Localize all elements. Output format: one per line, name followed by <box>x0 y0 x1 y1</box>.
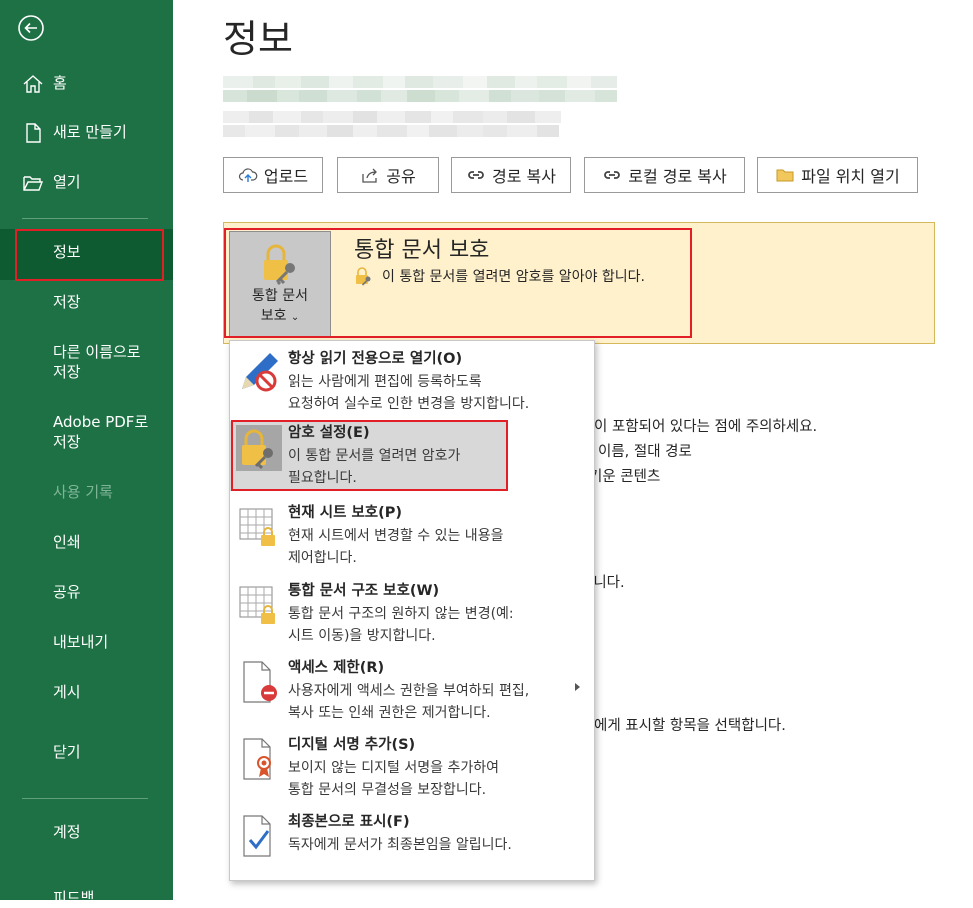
sidebar-item-label: 공유 <box>53 583 81 601</box>
menu-item-desc-line: 통합 문서 구조의 원하지 않는 변경(예: <box>288 606 514 622</box>
link-icon <box>468 171 484 179</box>
menu-item-title: 통합 문서 구조 보호(W) <box>288 583 440 599</box>
upload-button[interactable]: 업로드 <box>223 157 323 193</box>
menu-item-desc-line: 복사 또는 인쇄 권한은 제거합니다. <box>288 705 491 721</box>
lock-key-icon <box>356 267 371 286</box>
sidebar-item-label: 피드백 <box>53 889 95 907</box>
sidebar-item-label: 내보내기 <box>53 633 109 651</box>
open-file-location-button[interactable]: 파일 위치 열기 <box>757 157 918 193</box>
upload-cloud-icon <box>238 168 258 182</box>
share-button[interactable]: 공유 <box>337 157 439 193</box>
menu-item-desc: 보이지 않는 디지털 서명을 추가하여 통합 문서의 무결성을 보장합니다. <box>288 757 588 801</box>
blurred-filename <box>223 90 617 102</box>
upload-label: 업로드 <box>263 167 309 186</box>
backstage-sidebar: 홈 새로 만들기 열기 정보 저장 다른 이름으로 저장 Adobe PDF로 … <box>0 0 173 907</box>
menu-item-restrict-access[interactable]: 액세스 제한(R) 사용자에게 액세스 권한을 부여하되 편집, 복사 또는 인… <box>230 656 594 728</box>
sidebar-item-label: 게시 <box>53 683 81 701</box>
menu-item-title: 최종본으로 표시(F) <box>288 814 410 830</box>
protect-description: 이 통합 문서를 열려면 암호를 알아야 합니다. <box>354 266 645 286</box>
protect-heading: 통합 문서 보호 <box>354 238 490 263</box>
open-folder-icon <box>23 176 44 191</box>
sidebar-divider <box>22 218 148 219</box>
menu-item-desc: 현재 시트에서 변경할 수 있는 내용을 제어합니다. <box>288 525 588 569</box>
pencil-no-icon <box>242 353 278 392</box>
info-text: 기운 콘텐츠 <box>589 469 661 485</box>
menu-item-title: 현재 시트 보호(P) <box>288 505 403 521</box>
menu-item-desc: 통합 문서 구조의 원하지 않는 변경(예: 시트 이동)을 방지합니다. <box>288 603 588 647</box>
highlight-outline <box>15 229 164 281</box>
blurred-path <box>223 125 559 137</box>
copy-path-label: 경로 복사 <box>492 167 556 186</box>
sidebar-item-label: 새로 만들기 <box>53 123 127 141</box>
sidebar-item-label: 열기 <box>53 173 81 191</box>
copy-path-button[interactable]: 경로 복사 <box>451 157 571 193</box>
menu-item-desc-line: 보이지 않는 디지털 서명을 추가하여 <box>288 760 499 776</box>
menu-item-desc-line: 읽는 사람에게 편집에 등록하도록 <box>288 374 482 390</box>
menu-item-protect-structure[interactable]: 통합 문서 구조 보호(W) 통합 문서 구조의 원하지 않는 변경(예: 시트… <box>230 579 594 651</box>
menu-item-desc: 독자에게 문서가 최종본임을 알립니다. <box>288 834 588 856</box>
menu-item-title: 항상 읽기 전용으로 열기(O) <box>288 351 463 367</box>
copy-local-path-button[interactable]: 로컬 경로 복사 <box>584 157 745 193</box>
menu-item-read-only[interactable]: 항상 읽기 전용으로 열기(O) 읽는 사람에게 편집에 등록하도록 요청하여 … <box>230 347 594 419</box>
menu-item-title: 디지털 서명 추가(S) <box>288 737 416 753</box>
doc-check-icon <box>243 815 271 857</box>
menu-item-desc-line: 현재 시트에서 변경할 수 있는 내용을 <box>288 528 504 544</box>
menu-item-mark-final[interactable]: 최종본으로 표시(F) 독자에게 문서가 최종본임을 알립니다. <box>230 810 594 870</box>
menu-item-desc-line: 요청하여 실수로 인한 변경을 방지합니다. <box>288 396 530 412</box>
sidebar-item-label: 다른 이름으로 저장 <box>53 343 141 381</box>
sidebar-divider <box>22 798 148 799</box>
info-text: 이 포함되어 있다는 점에 주의하세요. <box>594 419 818 435</box>
share-label: 공유 <box>386 167 416 186</box>
doc-restrict-icon <box>243 661 277 703</box>
sidebar-item-label: 사용 기록 <box>53 483 113 501</box>
page-title: 정보 <box>223 17 293 61</box>
sidebar-item-label: 홈 <box>53 74 67 92</box>
sidebar-item-label: 저장 <box>53 293 81 311</box>
back-arrow-icon[interactable] <box>18 15 44 41</box>
highlight-outline <box>231 420 508 491</box>
sidebar-item-label: 인쇄 <box>53 533 81 551</box>
sheet-lock-icon <box>239 508 275 546</box>
menu-item-desc-line: 사용자에게 액세스 권한을 부여하되 편집, <box>288 683 530 699</box>
menu-item-desc: 사용자에게 액세스 권한을 부여하되 편집, 복사 또는 인쇄 권한은 제거합니… <box>288 680 588 724</box>
protect-description-text: 이 통합 문서를 열려면 암호를 알아야 합니다. <box>382 269 645 285</box>
workbook-lock-icon <box>239 586 275 624</box>
sidebar-item-label: 계정 <box>53 823 81 841</box>
sidebar-item-label: Adobe PDF로 저장 <box>53 413 149 451</box>
menu-item-desc: 읽는 사람에게 편집에 등록하도록 요청하여 실수로 인한 변경을 방지합니다. <box>288 371 588 415</box>
menu-item-digital-signature[interactable]: 디지털 서명 추가(S) 보이지 않는 디지털 서명을 추가하여 통합 문서의 … <box>230 733 594 805</box>
menu-item-title: 액세스 제한(R) <box>288 660 385 676</box>
home-icon <box>23 75 43 93</box>
blurred-filename <box>223 76 617 88</box>
menu-item-desc-line: 독자에게 문서가 최종본임을 알립니다. <box>288 837 512 853</box>
folder-icon <box>776 169 794 182</box>
menu-item-protect-sheet[interactable]: 현재 시트 보호(P) 현재 시트에서 변경할 수 있는 내용을 제어합니다. <box>230 501 594 573</box>
info-text: 이름, 절대 경로 <box>598 444 692 460</box>
menu-item-desc-line: 제어합니다. <box>288 550 357 566</box>
blurred-path <box>223 111 561 123</box>
menu-item-desc-line: 시트 이동)을 방지합니다. <box>288 628 436 644</box>
menu-item-desc-line: 통합 문서의 무결성을 보장합니다. <box>288 782 487 798</box>
sidebar-item-label: 닫기 <box>53 743 81 761</box>
share-icon <box>362 168 378 183</box>
open-file-location-label: 파일 위치 열기 <box>801 167 900 186</box>
copy-local-path-label: 로컬 경로 복사 <box>628 167 727 186</box>
submenu-arrow-icon <box>575 683 580 691</box>
info-text: 에게 표시할 항목을 선택합니다. <box>594 718 786 734</box>
link-icon <box>604 171 621 179</box>
doc-ribbon-icon <box>243 738 271 780</box>
new-document-icon <box>26 123 41 143</box>
sidebar-item-label: 정보 <box>53 243 81 261</box>
protect-workbook-menu: 항상 읽기 전용으로 열기(O) 읽는 사람에게 편집에 등록하도록 요청하여 … <box>229 340 595 881</box>
